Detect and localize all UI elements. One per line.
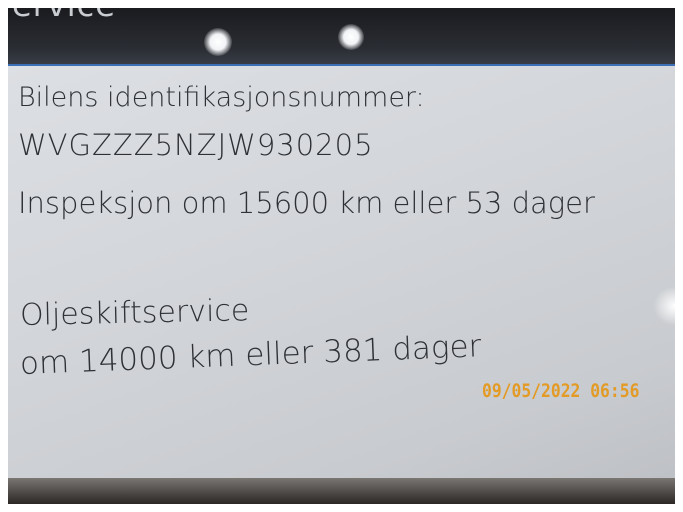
oil-service-due: om 14000 km eller 381 dager [19, 328, 482, 382]
glare-reflection [653, 286, 675, 326]
photo-timestamp: 09/05/2022 06:56 [482, 380, 640, 402]
screen-bezel [8, 478, 675, 504]
oil-service-label: Oljeskiftservice [19, 293, 250, 333]
ceiling-light-reflection [338, 24, 364, 50]
header-title: ervice [12, 8, 116, 24]
header-bar: ervice [8, 8, 675, 66]
ceiling-light-reflection [204, 28, 232, 56]
service-info-screen: Bilens identifikasjonsnummer: WVGZZZ5NZJ… [8, 66, 675, 488]
photo-frame: ervice Bilens identifikasjonsnummer: WVG… [8, 8, 675, 504]
inspection-due: Inspeksjon om 15600 km eller 53 dager [18, 186, 595, 220]
vin-label: Bilens identifikasjonsnummer: [18, 82, 425, 113]
vin-value: WVGZZZ5NZJW930205 [18, 128, 374, 162]
